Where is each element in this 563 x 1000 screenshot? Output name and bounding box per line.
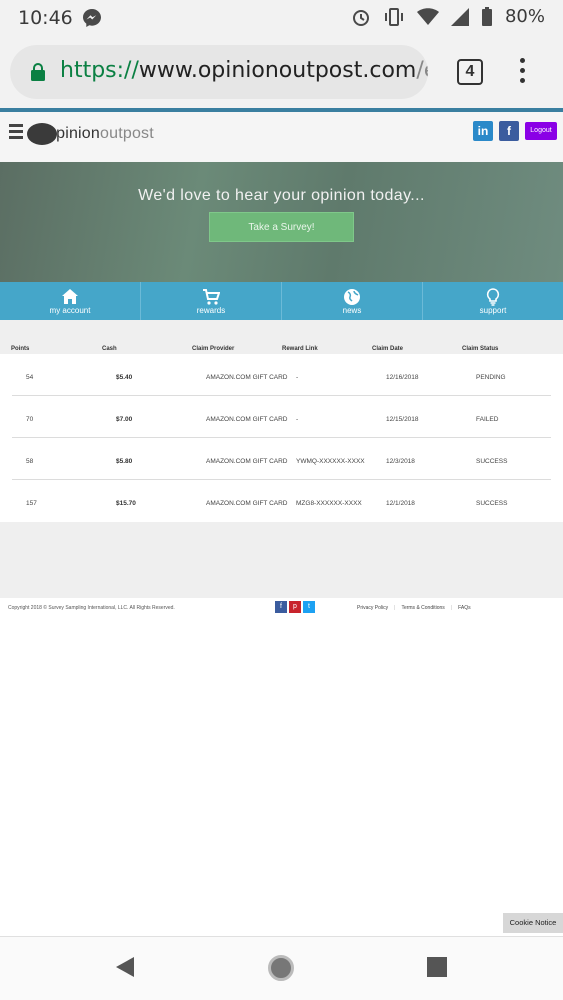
take-survey-button[interactable]: Take a Survey! (209, 212, 354, 242)
hero-title: We'd love to hear your opinion today... (138, 187, 425, 204)
privacy-policy-link[interactable]: Privacy Policy (357, 605, 388, 611)
cell-provider: AMAZON.COM GIFT CARD (206, 458, 288, 465)
nav-item-rewards[interactable]: rewards (140, 282, 281, 320)
table-body: 54 $5.40 AMAZON.COM GIFT CARD - 12/16/20… (0, 354, 563, 522)
footer-social: f p t (275, 601, 315, 613)
nav-item-support[interactable]: support (422, 282, 563, 320)
table-row: 70 $7.00 AMAZON.COM GIFT CARD - 12/15/20… (12, 396, 551, 438)
cell-provider: AMAZON.COM GIFT CARD (206, 416, 288, 423)
logo-text-outpost: outpost (100, 125, 154, 142)
cell-status: SUCCESS (476, 458, 508, 465)
cell-date: 12/16/2018 (386, 374, 419, 381)
recent-apps-icon[interactable] (427, 957, 447, 977)
wifi-icon (416, 7, 439, 25)
cell-provider: AMAZON.COM GIFT CARD (206, 500, 288, 507)
cell-cash: $5.80 (116, 458, 133, 465)
cell-date: 12/3/2018 (386, 458, 415, 465)
claims-table: Points Cash Claim Provider Reward Link C… (0, 320, 563, 598)
table-row: 54 $5.40 AMAZON.COM GIFT CARD - 12/16/20… (12, 354, 551, 396)
logo-bubble-icon (27, 123, 57, 145)
linkedin-icon[interactable]: in (473, 121, 493, 141)
facebook-icon[interactable]: f (499, 121, 519, 141)
url-text: https://www.opinionoutpost.com/en (60, 58, 428, 83)
site-header: opinionoutpost in f Logout (0, 112, 563, 162)
cell-points: 157 (26, 500, 37, 507)
browser-menu-button[interactable] (520, 58, 526, 88)
signal-icon (450, 7, 469, 26)
facebook-icon[interactable]: f (275, 601, 287, 613)
cell-points: 54 (26, 374, 34, 381)
url-path: /en (416, 58, 428, 83)
footer-separator: | (450, 605, 453, 611)
terms-link[interactable]: Terms & Conditions (401, 605, 444, 611)
cookie-notice-button[interactable]: Cookie Notice (503, 913, 563, 933)
home-button-icon[interactable] (268, 955, 294, 981)
table-row: 58 $5.80 AMAZON.COM GIFT CARD YWMQ-XXXXX… (12, 438, 551, 480)
table-row: 157 $15.70 AMAZON.COM GIFT CARD MZG8-XXX… (12, 480, 551, 522)
col-cash: Cash (102, 346, 117, 352)
cell-reward-link[interactable]: YWMQ-XXXXXX-XXXX (296, 458, 365, 465)
home-icon (62, 289, 78, 304)
cell-reward-link: - (296, 374, 299, 381)
system-nav-bar (0, 936, 563, 1000)
col-claim-status: Claim Status (462, 346, 499, 352)
footer-links: Privacy Policy | Terms & Conditions | FA… (357, 605, 471, 611)
cell-cash: $7.00 (116, 416, 133, 423)
vibrate-icon (384, 7, 403, 26)
nav-label: my account (49, 306, 91, 315)
col-points: Points (11, 346, 30, 352)
footer-separator: | (394, 605, 396, 611)
nav-item-news[interactable]: news (281, 282, 422, 320)
site-footer: Copyright 2018 © Survey Sampling Interna… (0, 598, 563, 622)
cell-status: FAILED (476, 416, 499, 423)
tab-switcher-button[interactable]: 4 (457, 59, 483, 85)
cell-reward-link[interactable]: MZG8-XXXXXX-XXXX (296, 500, 362, 507)
cell-reward-link: - (296, 416, 299, 423)
lock-icon (31, 63, 45, 81)
battery-icon (481, 6, 492, 26)
cell-cash: $5.40 (116, 374, 133, 381)
cell-date: 12/15/2018 (386, 416, 419, 423)
main-nav: my account rewards news support (0, 282, 563, 320)
faqs-link[interactable]: FAQs (458, 605, 471, 611)
clock: 10:46 (18, 7, 73, 29)
messenger-icon (83, 9, 101, 27)
pinterest-icon[interactable]: p (289, 601, 301, 613)
url-field[interactable]: https://www.opinionoutpost.com/en (10, 45, 428, 99)
copyright-text: Copyright 2018 © Survey Sampling Interna… (8, 605, 175, 611)
cart-icon (203, 289, 220, 305)
nav-label: support (479, 306, 507, 315)
cell-points: 58 (26, 458, 34, 465)
site-logo[interactable]: opinionoutpost (27, 119, 154, 149)
globe-icon (344, 289, 360, 305)
twitter-icon[interactable]: t (303, 601, 315, 613)
nav-label: news (342, 306, 362, 315)
nav-item-my-account[interactable]: my account (0, 282, 140, 320)
hero-banner: We'd love to hear your opinion today... … (0, 162, 563, 282)
col-claim-provider: Claim Provider (192, 346, 235, 352)
cell-cash: $15.70 (116, 500, 136, 507)
alarm-icon (352, 9, 369, 26)
nav-label: rewards (196, 306, 226, 315)
battery-level: 80% (504, 6, 545, 27)
col-reward-link: Reward Link (282, 346, 318, 352)
cell-date: 12/1/2018 (386, 500, 415, 507)
hamburger-menu-icon[interactable] (9, 124, 23, 142)
lightbulb-icon (486, 288, 500, 306)
cell-provider: AMAZON.COM GIFT CARD (206, 374, 288, 381)
url-host: www.opinionoutpost.com (138, 58, 417, 83)
status-bar: 10:46 80% (0, 0, 563, 36)
cell-status: PENDING (476, 374, 506, 381)
logout-button[interactable]: Logout (525, 122, 557, 140)
url-scheme: https:// (60, 58, 139, 83)
table-header: Points Cash Claim Provider Reward Link C… (0, 344, 563, 354)
browser-toolbar: https://www.opinionoutpost.com/en 4 (0, 36, 563, 108)
col-claim-date: Claim Date (372, 346, 404, 352)
logo-text: opinionoutpost (47, 125, 154, 143)
back-icon[interactable] (116, 957, 134, 977)
cell-points: 70 (26, 416, 34, 423)
header-social: in f Logout (473, 121, 557, 141)
cell-status: SUCCESS (476, 500, 508, 507)
